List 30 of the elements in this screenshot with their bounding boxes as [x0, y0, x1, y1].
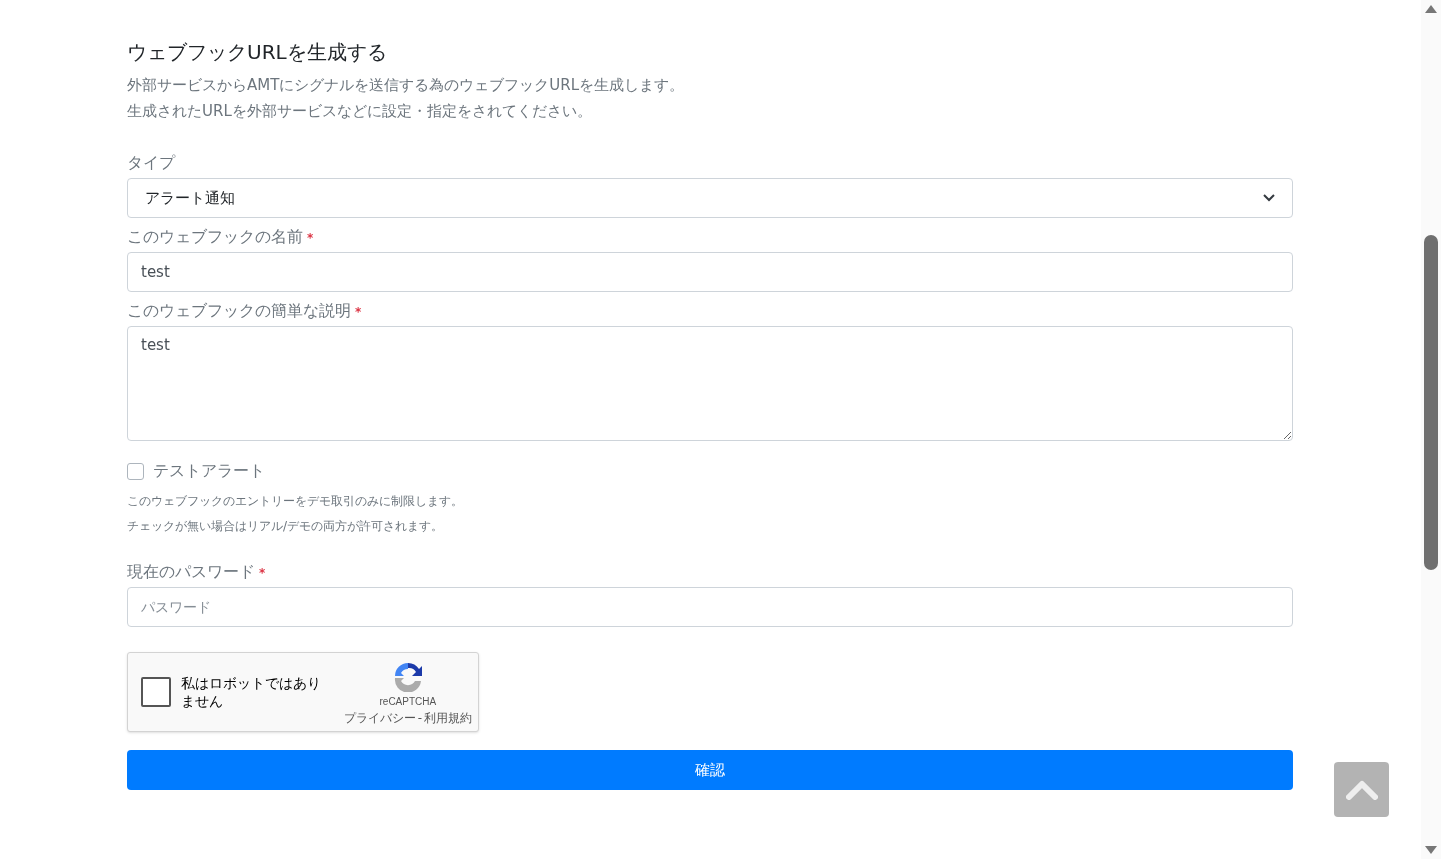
required-mark: * [307, 230, 314, 247]
required-mark: * [259, 565, 266, 582]
link-separator: - [417, 710, 422, 725]
description-text: 生成されたURLを外部サービスなどに設定・指定をされてください。 [127, 101, 593, 122]
field-label: このウェブフックの名前 [127, 226, 303, 248]
recaptcha-brand: reCAPTCHA [379, 694, 437, 709]
required-mark: * [355, 304, 362, 321]
scrollbar-thumb[interactable] [1424, 235, 1438, 570]
type-select[interactable]: アラート通知 [127, 178, 1293, 218]
description-text: 外部サービスからAMTにシグナルを送信する為のウェブフックURLを生成します。 [127, 75, 686, 96]
scroll-down-icon[interactable] [1425, 846, 1437, 854]
chevron-down-icon [1263, 194, 1275, 202]
terms-link[interactable]: 利用規約 [424, 710, 472, 725]
test-alert-label: テストアラート [153, 460, 265, 482]
field-label: このウェブフックの簡単な説明 [127, 300, 351, 322]
help-text: チェックが無い場合はリアル/デモの両方が許可されます。 [127, 518, 445, 535]
name-input[interactable]: test [127, 252, 1293, 292]
field-label: 現在のパスワード [127, 561, 255, 583]
help-text: このウェブフックのエントリーをデモ取引のみに制限します。 [127, 493, 464, 510]
recaptcha-label: 私はロボットではありません [181, 674, 322, 710]
chevron-up-icon [1345, 779, 1378, 800]
scroll-up-icon[interactable] [1425, 5, 1437, 13]
recaptcha-checkbox[interactable] [141, 677, 171, 707]
field-label: タイプ [127, 152, 175, 174]
page-heading: ウェブフックURLを生成する [127, 39, 388, 66]
test-alert-checkbox[interactable] [127, 462, 144, 480]
privacy-link[interactable]: プライバシー [343, 710, 416, 725]
confirm-button[interactable]: 確認 [127, 750, 1293, 790]
description-textarea[interactable]: test [127, 326, 1293, 441]
password-input[interactable]: パスワード [127, 587, 1293, 627]
